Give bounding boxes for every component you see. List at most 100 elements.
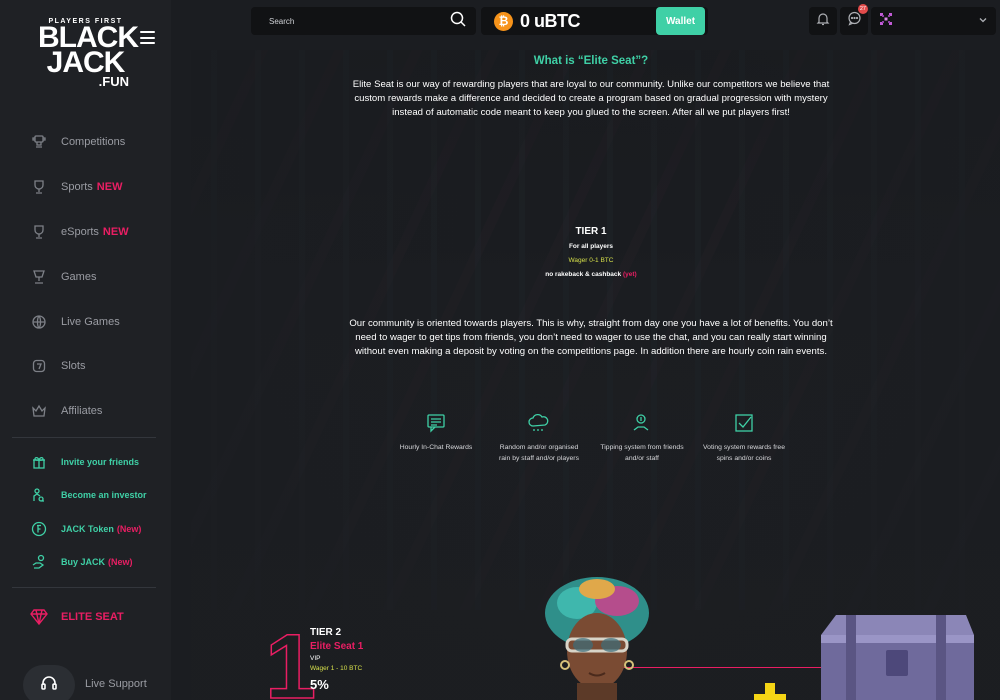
tier1-block: TIER 1 For all players Wager 0-1 BTC no … [491, 226, 691, 282]
promo-label: Invite your friends [61, 456, 140, 467]
promo-label: Become an investor [61, 490, 147, 501]
nav-affiliates[interactable]: Affiliates [0, 389, 171, 434]
trophy-icon [30, 179, 47, 196]
nav-label: Games [61, 270, 97, 283]
new-badge: NEW [102, 225, 129, 238]
nav-competitions[interactable]: Competitions [0, 120, 171, 165]
tier1-rake-note: (yet) [622, 271, 637, 278]
nav-label: Live Games [61, 315, 120, 328]
chat-bubble-icon [847, 11, 862, 31]
search-icon[interactable] [450, 11, 466, 32]
section-title: What is “Elite Seat”? [533, 55, 649, 67]
sidebar: PLAYERS FIRST BLACK JACK .FUN Competitio… [0, 0, 171, 700]
tier-number-outline: 1 [264, 620, 317, 700]
feature-label: Random and/or organised rain by staff an… [499, 444, 579, 462]
nav-label: eSports [61, 225, 99, 238]
new-badge: (New) [108, 557, 133, 568]
wallet-button[interactable]: Wallet [656, 7, 705, 35]
tier2-more: ... [310, 695, 318, 700]
chevron-down-icon [978, 12, 988, 30]
sidebar-divider [12, 437, 156, 438]
feature-voting: Voting system rewards free spins and/or … [699, 412, 789, 464]
award-icon [30, 268, 47, 285]
menu-toggle-icon[interactable] [140, 31, 155, 44]
nav-become-investor[interactable]: Become an investor [0, 479, 171, 513]
crown-icon [30, 403, 47, 420]
tier2-title: TIER 2 [310, 627, 342, 638]
live-support-label[interactable]: Live Support [85, 678, 147, 690]
sidebar-divider [12, 587, 156, 588]
trophy-cup-icon [30, 134, 47, 151]
tier1-rake: no rakeback & cashback (yet) [491, 268, 691, 282]
feature-label: Voting system rewards free spins and/or … [703, 444, 785, 462]
nav-jack-token[interactable]: JACK Token (New) [0, 512, 171, 546]
community-paragraph: Our community is oriented towards player… [349, 318, 833, 357]
nav-label: Sports [61, 181, 93, 194]
nav-live-games[interactable]: Live Games [0, 299, 171, 344]
nav-esports[interactable]: eSports NEW [0, 210, 171, 255]
notifications-button[interactable] [809, 7, 837, 35]
token-coin-icon [30, 520, 47, 537]
chat-icon [425, 412, 447, 434]
nav-label: Affiliates [61, 405, 103, 418]
bitcoin-icon: ₿ [494, 11, 513, 31]
plus-icon [754, 683, 786, 700]
tier1-details: For all players Wager 0-1 BTC no rakebac… [491, 240, 691, 282]
tier2-percent: 5% [310, 677, 329, 692]
slot-machine-icon [30, 358, 47, 375]
tip-hand-icon [631, 412, 653, 434]
elite-label: ELITE SEAT [61, 611, 124, 623]
feature-chat-rewards: Hourly In-Chat Rewards [391, 412, 481, 454]
new-badge: (New) [116, 523, 142, 534]
live-support-button[interactable] [23, 665, 75, 700]
globe-icon [30, 313, 47, 330]
trophy-icon [30, 223, 47, 240]
tier2-number: 1 [264, 616, 317, 700]
elite-seat-content: What is “Elite Seat”? Elite Seat is our … [191, 50, 1000, 700]
logo-line2: JACK [46, 46, 126, 79]
feature-tipping: Tipping system from friends and/or staff [597, 412, 687, 464]
site-logo[interactable]: PLAYERS FIRST BLACK JACK .FUN [38, 18, 139, 88]
bell-icon [816, 12, 830, 31]
nav-sports[interactable]: Sports NEW [0, 165, 171, 210]
user-menu-button[interactable] [871, 7, 996, 35]
diamond-icon [30, 608, 48, 626]
nav-label: Competitions [61, 136, 126, 149]
search-input[interactable] [269, 16, 419, 26]
intro-paragraph: Elite Seat is our way of rewarding playe… [352, 79, 830, 118]
nav-games[interactable]: Games [0, 254, 171, 299]
gift-icon [30, 453, 47, 470]
balance-amount: 0 uBTC [520, 10, 581, 31]
nav-label: Slots [61, 360, 86, 373]
headset-icon [40, 674, 58, 697]
avatar-illustration [545, 577, 649, 700]
new-badge: NEW [96, 181, 123, 194]
user-avatar-icon [879, 12, 893, 31]
tier1-rake-text: no rakeback & cashback [545, 271, 622, 278]
tier2-wager: Wager 1 - 10 BTC [310, 665, 363, 672]
tier1-title: TIER 1 [575, 226, 607, 237]
search-bar [251, 7, 476, 35]
cloud-rain-icon [528, 412, 550, 434]
treasure-chest-illustration [821, 615, 974, 700]
buy-hand-icon [30, 554, 47, 571]
tier1-wager: Wager 0-1 BTC [568, 257, 614, 264]
promo-nav: Invite your friends Become an investor J… [0, 445, 171, 579]
tier2-vip: VIP [310, 655, 321, 662]
nav-slots[interactable]: Slots [0, 344, 171, 389]
investor-icon [30, 487, 47, 504]
chat-button[interactable]: 27 [840, 4, 868, 35]
checkbox-icon [733, 412, 755, 434]
nav-invite-friends[interactable]: Invite your friends [0, 445, 171, 479]
feature-label: Hourly In-Chat Rewards [399, 444, 473, 451]
tier2-name: Elite Seat 1 [310, 641, 364, 652]
tier1-for: For all players [568, 243, 614, 250]
feature-rain: Random and/or organised rain by staff an… [494, 412, 584, 464]
feature-label: Tipping system from friends and/or staff [600, 444, 684, 462]
nav-elite-seat[interactable]: ELITE SEAT [30, 608, 124, 626]
chat-count-badge: 27 [857, 4, 868, 14]
nav-buy-jack[interactable]: Buy JACK (New) [0, 546, 171, 580]
main-nav: Competitions Sports NEW eSports NEW Games … [0, 120, 171, 434]
promo-label: JACK Token [61, 523, 114, 534]
promo-label: Buy JACK [61, 557, 106, 568]
